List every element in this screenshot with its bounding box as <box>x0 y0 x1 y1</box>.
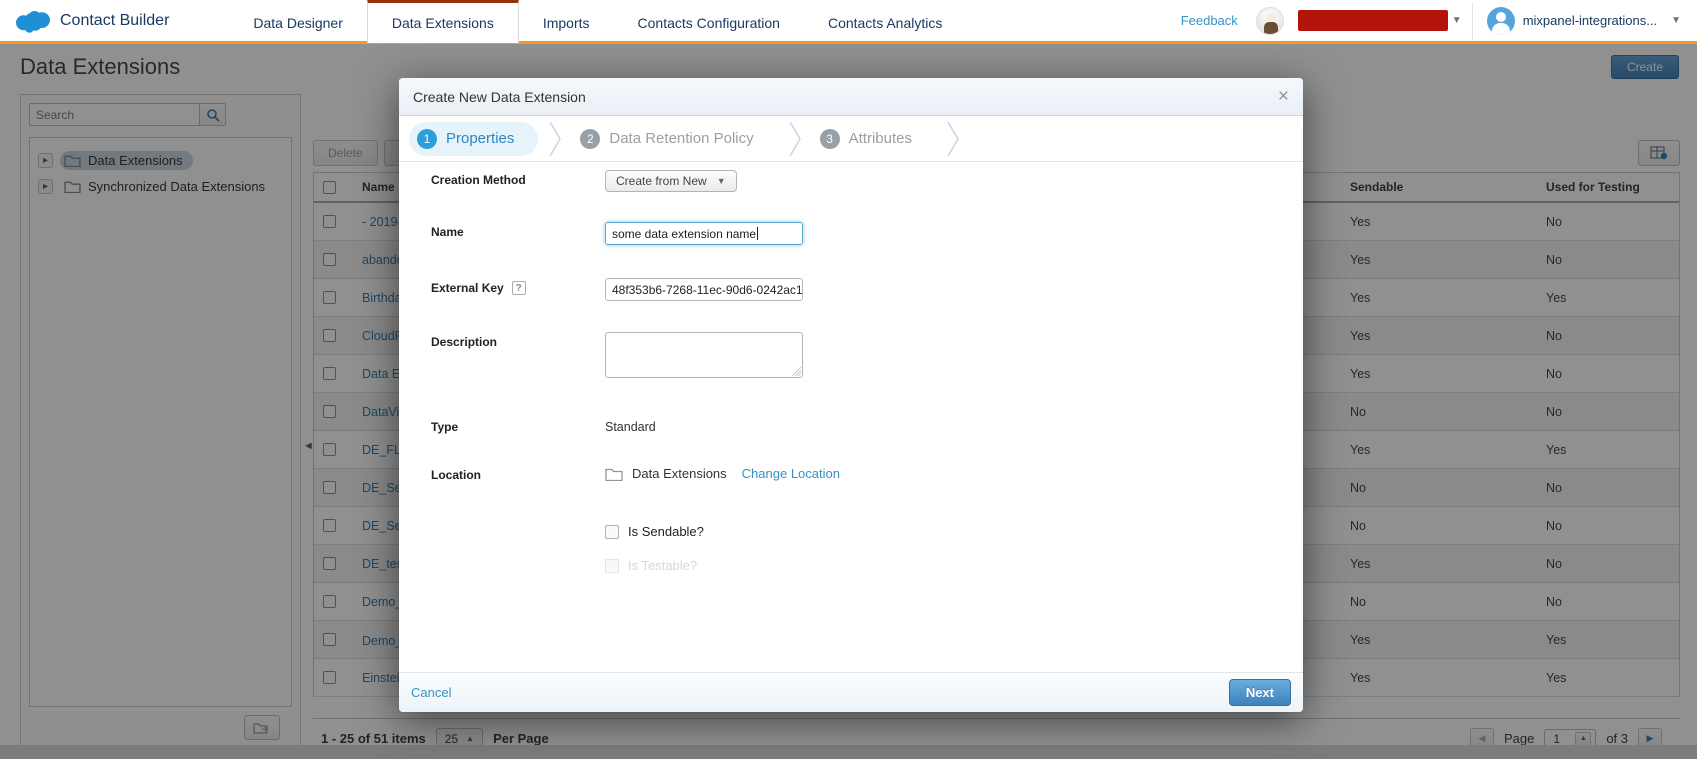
creation-method-dropdown[interactable]: Create from New▼ <box>605 170 737 192</box>
modal-footer: Cancel Next <box>399 672 1303 712</box>
next-button[interactable]: Next <box>1229 679 1291 706</box>
step-number-badge: 2 <box>580 129 600 149</box>
close-icon[interactable]: × <box>1278 87 1289 106</box>
step-separator-chevron-icon <box>946 120 960 158</box>
type-label: Type <box>431 417 605 434</box>
text-cursor <box>757 227 758 240</box>
nav-tab[interactable]: Data Extensions <box>367 0 519 43</box>
account-chevron-down-icon[interactable]: ▼ <box>1671 15 1681 26</box>
wizard-steps: 1 Properties 2 Data Retention Policy 3 A… <box>399 116 1303 162</box>
is-testable-row: Is Testable? <box>605 558 697 573</box>
is-testable-checkbox <box>605 559 619 573</box>
account-name: mixpanel-integrations... <box>1523 13 1657 28</box>
folder-icon <box>605 467 623 481</box>
description-label: Description <box>431 332 605 378</box>
description-row: Description <box>431 332 803 378</box>
resize-handle[interactable] <box>792 367 801 376</box>
is-sendable-checkbox[interactable] <box>605 525 619 539</box>
help-icon[interactable]: ? <box>512 281 526 295</box>
type-row: Type Standard <box>431 417 656 434</box>
modal-body: Creation Method Create from New▼ Name so… <box>399 162 1303 672</box>
wizard-step[interactable]: 2 Data Retention Policy <box>572 122 777 156</box>
external-key-input[interactable]: 48f353b6-7268-11ec-90d6-0242ac1200 <box>605 278 803 301</box>
step-separator-chevron-icon <box>548 120 562 158</box>
is-testable-label: Is Testable? <box>628 558 697 573</box>
name-row: Name some data extension name <box>431 222 803 245</box>
location-label: Location <box>431 465 605 482</box>
nav-divider <box>1472 2 1473 40</box>
modal-title-bar: Create New Data Extension × <box>399 78 1303 116</box>
description-textarea[interactable] <box>605 332 803 378</box>
nav-tab[interactable]: Contacts Configuration <box>614 0 804 43</box>
step-separator-chevron-icon <box>788 120 802 158</box>
user-avatar-icon[interactable] <box>1487 7 1515 35</box>
creation-method-row: Creation Method Create from New▼ <box>431 170 737 192</box>
nav-tab[interactable]: Contacts Analytics <box>804 0 966 43</box>
nav-tab[interactable]: Imports <box>519 0 614 43</box>
location-value: Data Extensions <box>632 466 727 481</box>
cancel-link[interactable]: Cancel <box>411 685 451 700</box>
is-sendable-row: Is Sendable? <box>605 524 704 539</box>
name-label: Name <box>431 222 605 245</box>
einstein-avatar[interactable] <box>1256 7 1284 35</box>
step-label: Data Retention Policy <box>609 130 753 147</box>
creation-method-label: Creation Method <box>431 170 605 192</box>
app-title: Contact Builder <box>60 12 169 30</box>
create-data-extension-modal: Create New Data Extension × 1 Properties… <box>399 78 1303 712</box>
external-key-row: External Key ? 48f353b6-7268-11ec-90d6-0… <box>431 278 803 301</box>
external-key-label: External Key <box>431 281 504 295</box>
chevron-down-icon[interactable]: ▼ <box>1452 15 1462 26</box>
nav-tab[interactable]: Data Designer <box>229 0 367 43</box>
step-label: Properties <box>446 130 514 147</box>
feedback-link[interactable]: Feedback <box>1181 13 1238 28</box>
type-value: Standard <box>605 417 656 434</box>
wizard-step[interactable]: 3 Attributes <box>812 122 936 156</box>
nav-tabs: Data DesignerData ExtensionsImportsConta… <box>229 0 966 43</box>
step-number-badge: 1 <box>417 129 437 149</box>
step-number-badge: 3 <box>820 129 840 149</box>
redacted-business-unit[interactable] <box>1298 10 1448 31</box>
is-sendable-label: Is Sendable? <box>628 524 704 539</box>
change-location-link[interactable]: Change Location <box>742 466 840 481</box>
step-label: Attributes <box>849 130 912 147</box>
top-nav: Contact Builder Data DesignerData Extens… <box>0 0 1697 44</box>
name-input[interactable]: some data extension name <box>605 222 803 245</box>
location-row: Location Data Extensions Change Location <box>431 465 840 482</box>
wizard-step[interactable]: 1 Properties <box>409 122 538 156</box>
salesforce-cloud-logo-icon <box>16 9 50 33</box>
modal-title: Create New Data Extension <box>413 89 586 105</box>
